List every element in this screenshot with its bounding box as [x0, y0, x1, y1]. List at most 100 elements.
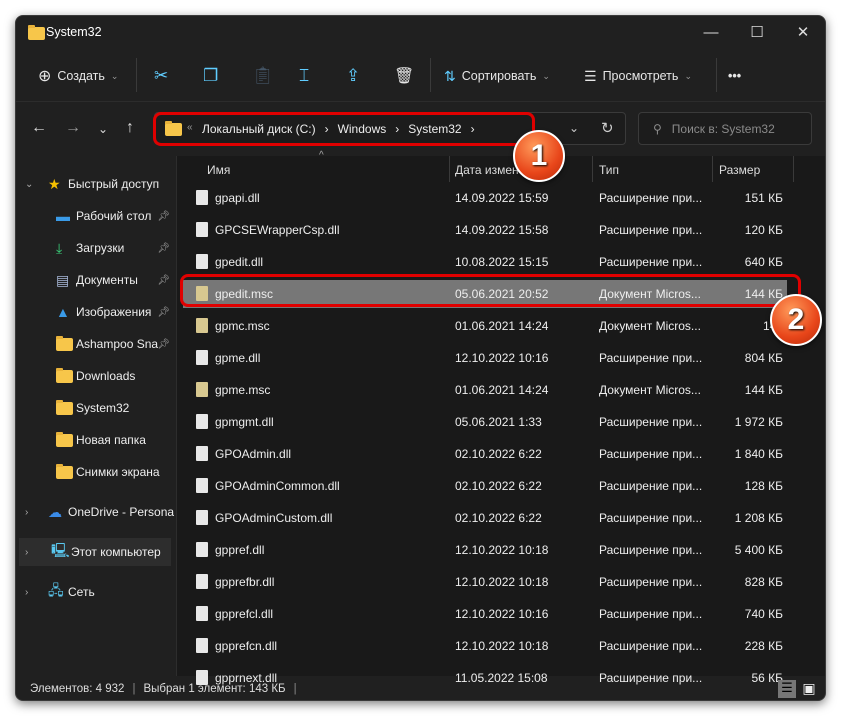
chevron-down-icon[interactable]: ⌄ — [25, 179, 33, 190]
view-button[interactable]: ☰ Просмотреть ⌄ — [584, 60, 692, 92]
minimize-button[interactable]: — — [688, 16, 734, 48]
column-name[interactable]: Имя — [207, 163, 230, 177]
file-name: GPOAdminCommon.dll — [215, 479, 340, 493]
folder-icon — [56, 464, 73, 479]
sidebar-item[interactable]: › ☁ OneDrive - Personal — [16, 498, 174, 526]
file-date: 01.06.2021 14:24 — [455, 383, 549, 397]
sidebar-item[interactable]: › 🖳︎ Этот компьютер — [19, 538, 171, 566]
column-type[interactable]: Тип — [599, 163, 619, 177]
file-row[interactable]: gpmgmt.dll 05.06.2021 1:33 Расширение пр… — [183, 408, 787, 436]
close-button[interactable]: ✕ — [780, 16, 825, 48]
up-button[interactable]: ↑ — [126, 119, 134, 137]
forward-button[interactable]: → — [65, 119, 81, 137]
paste-button[interactable]: 📋︎ — [252, 60, 274, 92]
sidebar-item[interactable]: ⤓ Загрузки 📌︎ — [16, 234, 174, 262]
desktop-icon: ▬ — [56, 208, 70, 224]
divider — [16, 101, 825, 102]
window-title: System32 — [46, 25, 102, 39]
file-name: gpme.msc — [215, 383, 271, 397]
msc-file-icon — [196, 382, 208, 397]
file-date: 02.10.2022 6:22 — [455, 447, 542, 461]
dll-file-icon — [196, 510, 208, 525]
search-input[interactable]: ⚲ Поиск в: System32 — [638, 112, 812, 145]
file-name: gpmgmt.dll — [215, 415, 274, 429]
file-name: gpprefcl.dll — [215, 607, 274, 621]
file-row[interactable]: GPOAdminCustom.dll 02.10.2022 6:22 Расши… — [183, 504, 787, 532]
file-row[interactable]: gpedit.dll 10.08.2022 15:15 Расширение п… — [183, 248, 787, 276]
file-size: 740 КБ — [744, 607, 783, 621]
file-row[interactable]: gpprefcn.dll 12.10.2022 10:18 Расширение… — [183, 632, 787, 660]
sidebar-item-label: Быстрый доступ — [68, 177, 160, 191]
sidebar-item[interactable]: ▲ Изображения 📌︎ — [16, 298, 174, 326]
computer-icon: 🖳︎ — [51, 542, 70, 558]
file-type: Расширение при... — [599, 607, 703, 621]
file-row[interactable]: gppref.dll 12.10.2022 10:18 Расширение п… — [183, 536, 787, 564]
back-button[interactable]: ← — [31, 119, 47, 137]
create-button[interactable]: ⊕ Создать ⌄ — [38, 60, 118, 92]
sidebar-item[interactable]: › 🖧︎ Сеть — [16, 578, 174, 606]
file-row[interactable]: gpprefbr.dll 12.10.2022 10:18 Расширение… — [183, 568, 787, 596]
more-button[interactable]: ••• — [728, 60, 741, 92]
file-row[interactable]: gpme.msc 01.06.2021 14:24 Документ Micro… — [183, 376, 787, 404]
file-date: 14.09.2022 15:58 — [455, 223, 549, 237]
share-button[interactable]: ⇪ — [346, 60, 360, 92]
folder-icon — [56, 432, 73, 447]
rename-button[interactable]: ⌶ — [299, 60, 309, 92]
file-size: 144 КБ — [744, 383, 783, 397]
sort-ascending-icon: ^ — [319, 150, 324, 161]
tiles-view-button[interactable]: ▣ — [800, 680, 818, 698]
sidebar-item[interactable]: Снимки экрана — [16, 458, 174, 486]
create-label: Создать — [57, 69, 105, 83]
step-badge-2: 2 — [770, 294, 822, 346]
file-date: 12.10.2022 10:16 — [455, 351, 549, 365]
file-type: Расширение при... — [599, 415, 703, 429]
pin-icon: 📌︎ — [157, 274, 170, 286]
file-row[interactable]: gpprefcl.dll 12.10.2022 10:16 Расширение… — [183, 600, 787, 628]
sidebar-item[interactable]: ⌄ ★ Быстрый доступ — [16, 170, 174, 198]
sidebar-item[interactable]: Ashampoo Sna 📌︎ — [16, 330, 174, 358]
chevron-down-icon: ⌄ — [684, 70, 692, 81]
sort-icon: ⇅ — [444, 67, 456, 84]
details-view-button[interactable]: ☰ — [778, 680, 796, 698]
file-name: gpedit.dll — [215, 255, 264, 269]
file-row[interactable]: GPOAdminCommon.dll 02.10.2022 6:22 Расши… — [183, 472, 787, 500]
file-row[interactable]: gpapi.dll 14.09.2022 15:59 Расширение пр… — [183, 184, 787, 212]
cut-button[interactable]: ✂ — [154, 60, 168, 92]
file-name: gpapi.dll — [215, 191, 260, 205]
sidebar-item-label: Изображения — [76, 305, 152, 319]
file-date: 02.10.2022 6:22 — [455, 479, 542, 493]
sidebar-item[interactable]: Downloads — [16, 362, 174, 390]
file-row[interactable]: gpme.dll 12.10.2022 10:16 Расширение при… — [183, 344, 787, 372]
chevron-right-icon[interactable]: › — [25, 507, 28, 518]
star-icon: ★ — [48, 175, 61, 192]
file-type: Расширение при... — [599, 479, 703, 493]
chevron-right-icon[interactable]: › — [25, 547, 28, 558]
sidebar-item[interactable]: ▤ Документы 📌︎ — [16, 266, 174, 294]
pin-icon: 📌︎ — [157, 242, 170, 254]
copy-button[interactable]: ❐ — [203, 60, 218, 92]
download-icon: ⤓ — [56, 239, 63, 256]
file-type: Расширение при... — [599, 255, 703, 269]
file-size: 1 208 КБ — [734, 511, 783, 525]
file-date: 14.09.2022 15:59 — [455, 191, 549, 205]
file-row[interactable]: gpmc.msc 01.06.2021 14:24 Документ Micro… — [183, 312, 787, 340]
address-history-dropdown[interactable]: ⌄ — [569, 121, 579, 135]
sort-button[interactable]: ⇅ Сортировать ⌄ — [444, 60, 550, 92]
sidebar-item[interactable]: System32 — [16, 394, 174, 422]
maximize-button[interactable]: ☐ — [734, 16, 780, 48]
sidebar-item[interactable]: Новая папка — [16, 426, 174, 454]
sidebar-item[interactable]: ▬ Рабочий стол 📌︎ — [16, 202, 174, 230]
search-icon: ⚲ — [653, 121, 662, 136]
pin-icon: 📌︎ — [157, 338, 170, 350]
column-size[interactable]: Размер — [719, 163, 760, 177]
file-type: Расширение при... — [599, 191, 703, 205]
delete-button[interactable]: 🗑︎ — [394, 60, 414, 92]
sidebar-item-label: OneDrive - Personal — [68, 505, 174, 519]
refresh-button[interactable]: ↻ — [601, 119, 614, 137]
chevron-right-icon[interactable]: › — [25, 587, 28, 598]
file-row[interactable]: GPCSEWrapperCsp.dll 14.09.2022 15:58 Рас… — [183, 216, 787, 244]
dll-file-icon — [196, 574, 208, 589]
file-row[interactable]: GPOAdmin.dll 02.10.2022 6:22 Расширение … — [183, 440, 787, 468]
recent-dropdown[interactable]: ⌄ — [98, 122, 108, 136]
pin-icon: 📌︎ — [157, 306, 170, 318]
